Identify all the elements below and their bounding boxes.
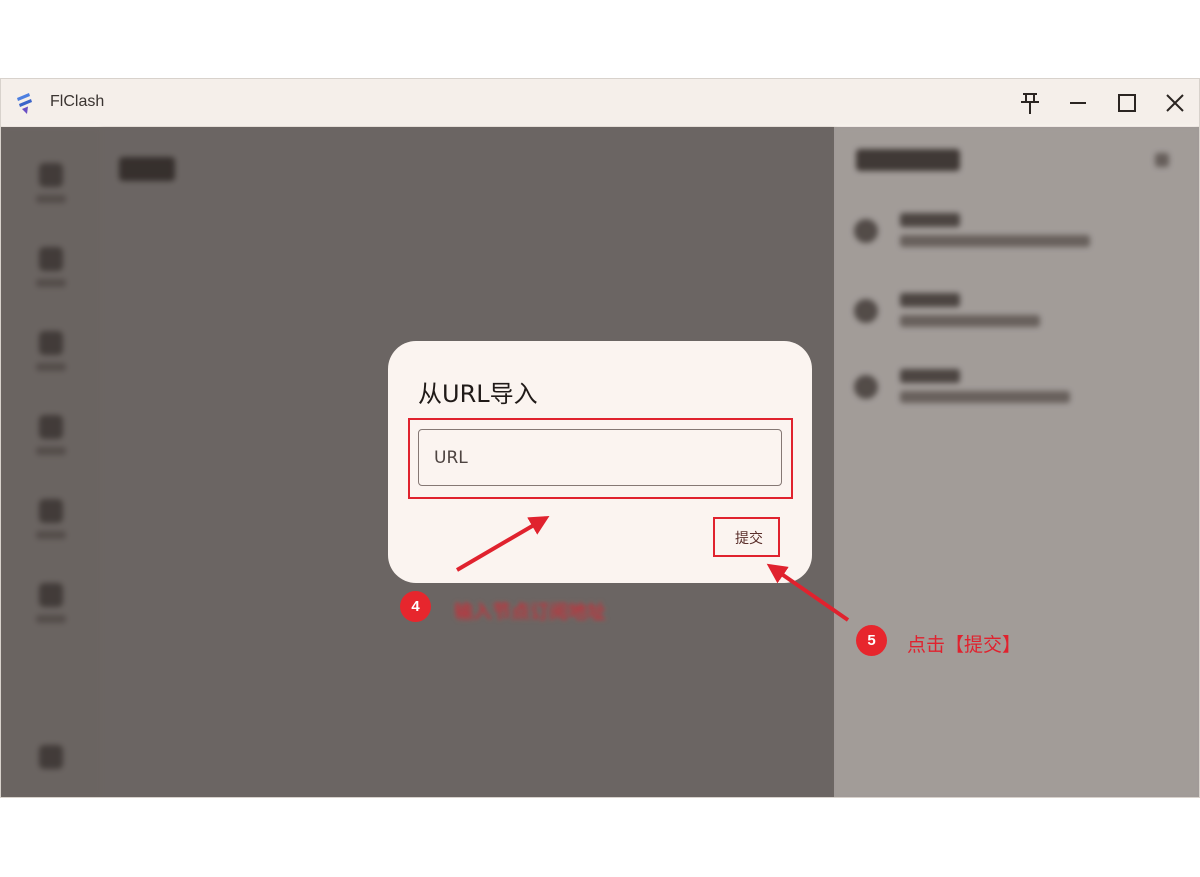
url-field-highlight <box>408 418 793 499</box>
app-title: FlClash <box>50 93 105 110</box>
minimize-icon <box>1070 102 1086 104</box>
page: FlClash 从URL导入 URL 提交 4 输入节点订阅地址 5 点击【提交… <box>0 0 1200 877</box>
maximize-icon <box>1118 94 1136 112</box>
step-4-text: 输入节点订阅地址 <box>454 601 607 623</box>
maximize-button[interactable] <box>1109 85 1145 121</box>
step-4-badge: 4 <box>400 591 431 622</box>
title-bar: FlClash <box>1 79 1199 127</box>
modal-scrim-panel[interactable] <box>834 127 1199 797</box>
flclash-logo-icon <box>17 93 32 114</box>
submit-highlight <box>713 517 780 557</box>
close-icon <box>1166 94 1184 112</box>
dialog-title: 从URL导入 <box>418 380 538 408</box>
step-5-badge: 5 <box>856 625 887 656</box>
step-5-text: 点击【提交】 <box>907 634 1022 656</box>
minimize-button[interactable] <box>1060 85 1096 121</box>
pin-button[interactable] <box>1012 85 1048 121</box>
pin-icon <box>1021 93 1039 114</box>
close-window-button[interactable] <box>1157 85 1193 121</box>
